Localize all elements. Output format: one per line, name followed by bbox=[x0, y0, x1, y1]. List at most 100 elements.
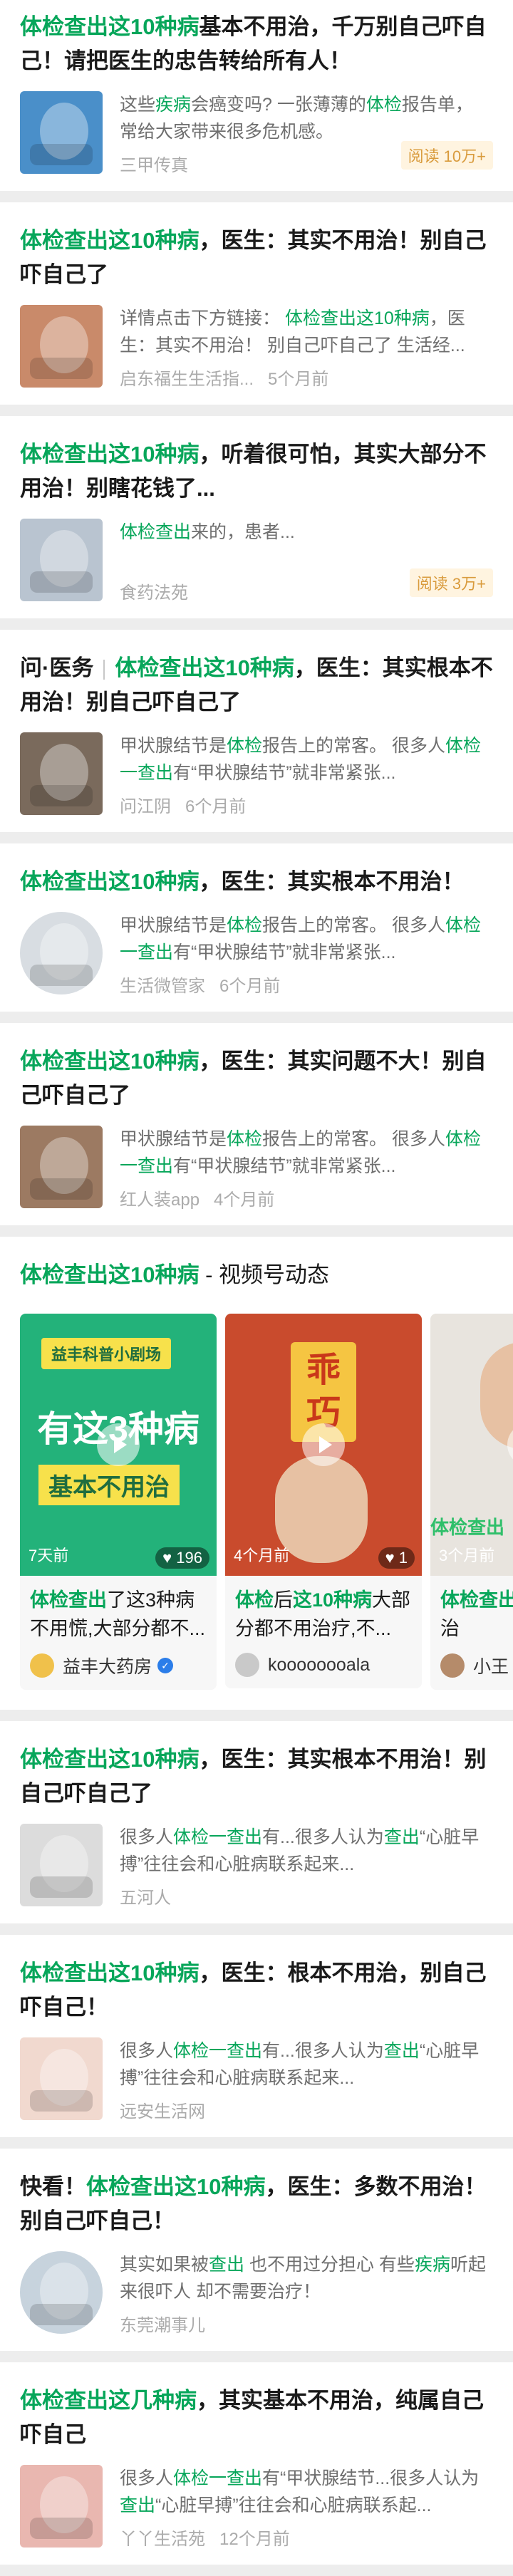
result-title[interactable]: 体检查出这几种病，其实基本不用治，纯属自己吓自己 bbox=[20, 2384, 493, 2452]
source-name[interactable]: 东莞潮事儿 bbox=[120, 2311, 205, 2336]
highlight-text: 疾病 bbox=[155, 95, 192, 115]
result-title[interactable]: 体检查出这10种病，医生：根本不用治，别自己吓自己！ bbox=[20, 1956, 493, 2025]
video-info: 体检后这10种病大部分都不用治疗,不... koooooooala bbox=[225, 1576, 422, 1688]
result-thumbnail[interactable] bbox=[20, 2251, 103, 2334]
plain-text: 这些 bbox=[120, 95, 156, 115]
result-info: 体检查出来的，患者... 食药法苑 阅读 3万+ bbox=[120, 519, 493, 603]
video-section-title[interactable]: 体检查出这10种病 - 视频号动态 bbox=[20, 1258, 513, 1292]
video-carousel[interactable]: 益丰科普小剧场有这3种病基本不用治7天前♥ 196 体检查出了这3种病不用慌,大部… bbox=[20, 1314, 513, 1690]
result-card[interactable]: 快看！体检查出这10种病，医生：多数不用治！别自己吓自己！ 其实如果被查出 也不用… bbox=[0, 2149, 513, 2351]
result-card[interactable]: 体检查出这10种病，医生：其实不用治！别自己吓自己了详情点击下方链接： 体检查出… bbox=[0, 202, 513, 405]
result-info: 甲状腺结节是体检报告上的常客。 很多人体检一查出有“甲状腺结节”就非常紧张...… bbox=[120, 732, 493, 817]
video-caption[interactable]: 体检查出这...本不用治 bbox=[440, 1586, 513, 1643]
result-title[interactable]: 体检查出这10种病，医生：其实根本不用治！别自己吓自己了 bbox=[20, 1743, 493, 1811]
source-name[interactable]: 食药法苑 bbox=[120, 578, 188, 603]
highlight-text: 体检查出这10种病 bbox=[20, 442, 200, 467]
video-card[interactable]: 体检查出 3个月前体检查出这...本不用治小王 bbox=[430, 1314, 513, 1690]
result-title[interactable]: 体检查出这10种病，医生：其实不用治！别自己吓自己了 bbox=[20, 224, 493, 292]
verified-icon: ✓ bbox=[157, 1658, 174, 1673]
neck-icon bbox=[20, 732, 103, 815]
result-thumbnail[interactable] bbox=[20, 91, 103, 174]
source-name[interactable]: 五河人 bbox=[120, 1884, 171, 1908]
result-title[interactable]: 体检查出这10种病，医生：其实根本不用治！ bbox=[20, 865, 493, 899]
video-author[interactable]: 益丰大药房 ✓ bbox=[30, 1653, 208, 1678]
video-card[interactable]: 乖巧 4个月前 ♥ 1 体检后这10种病大部分都不用治疗,不... koooooooal… bbox=[225, 1314, 422, 1690]
result-thumbnail[interactable] bbox=[20, 305, 103, 388]
person-icon bbox=[480, 1342, 513, 1449]
result-thumbnail[interactable] bbox=[20, 732, 103, 815]
source-name[interactable]: 问江阴 bbox=[120, 792, 171, 817]
source-name[interactable]: 红人装app bbox=[120, 1185, 200, 1210]
plain-text: 很多人 bbox=[120, 1827, 174, 1847]
publish-time: 12个月前 bbox=[219, 2530, 290, 2549]
result-thumbnail[interactable] bbox=[20, 1126, 103, 1208]
result-snippet: 其实如果被查出 也不用过分担心 有些疾病听起来很吓人 却不需要治疗！ bbox=[120, 2251, 493, 2305]
plain-text: 其实如果被 bbox=[120, 2255, 209, 2275]
source-name[interactable]: 生活微管家 bbox=[120, 972, 205, 997]
result-title[interactable]: 问·医务 体检查出这10种病，医生：其实根本不用治！别自己吓自己了 bbox=[20, 651, 493, 720]
video-thumbnail[interactable]: 益丰科普小剧场有这3种病基本不用治7天前♥ 196 bbox=[20, 1314, 217, 1576]
result-body: 体检查出来的，患者... 食药法苑 阅读 3万+ bbox=[20, 519, 493, 603]
result-thumbnail[interactable] bbox=[20, 519, 103, 601]
divider bbox=[103, 659, 105, 680]
result-thumbnail[interactable] bbox=[20, 2465, 103, 2548]
highlight-text: 体检查出这10种病 bbox=[20, 14, 200, 39]
play-icon[interactable] bbox=[302, 1423, 345, 1466]
read-count-badge: 阅读 3万+ bbox=[409, 568, 493, 597]
result-thumbnail[interactable] bbox=[20, 912, 103, 994]
result-card[interactable]: 体检查出这10种病，医生：其实问题不大！别自己吓自己了甲状腺结节是体检报告上的常… bbox=[0, 1023, 513, 1225]
result-card[interactable]: 体检查出这10种病，医生：其实根本不用治！别自己吓自己了 很多人体检一查出有...… bbox=[0, 1721, 513, 1923]
result-card[interactable]: 体检查出这10种病，医生：根本不用治，别自己吓自己！ 很多人体检一查出有...很多… bbox=[0, 1935, 513, 2137]
result-thumbnail[interactable] bbox=[20, 2037, 103, 2120]
highlight-text: 体检 bbox=[227, 736, 263, 756]
result-card[interactable]: 体检查出这10种病基本不用治，千万别自己吓自己！请把医生的忠告转给所有人！ 这些疾… bbox=[0, 0, 513, 191]
video-card[interactable]: 益丰科普小剧场有这3种病基本不用治7天前♥ 196 体检查出了这3种病不用慌,大部… bbox=[20, 1314, 217, 1690]
result-card[interactable]: 体检查出这10种病，医生：其实根本不用治！ 甲状腺结节是体检报告上的常客。 很多人… bbox=[0, 843, 513, 1012]
avatar bbox=[235, 1653, 259, 1677]
video-author[interactable]: koooooooala bbox=[235, 1653, 413, 1677]
result-card[interactable]: 问·医务 体检查出这10种病，医生：其实根本不用治！别自己吓自己了甲状腺结节是体检… bbox=[0, 630, 513, 832]
source-name[interactable]: 启东福生生活指... bbox=[120, 365, 254, 390]
result-body: 甲状腺结节是体检报告上的常客。 很多人体检一查出有“甲状腺结节”就非常紧张...… bbox=[20, 912, 493, 997]
plain-text: 详情点击下方链接： bbox=[120, 308, 285, 328]
source-name[interactable]: 丫丫生活苑 bbox=[120, 2525, 205, 2550]
video-banner-text: 益丰科普小剧场 bbox=[41, 1338, 172, 1369]
result-snippet: 甲状腺结节是体检报告上的常客。 很多人体检一查出有“甲状腺结节”就非常紧张... bbox=[120, 1126, 493, 1180]
result-title[interactable]: 体检查出这10种病，医生：其实问题不大！别自己吓自己了 bbox=[20, 1044, 493, 1113]
blood-pressure-icon bbox=[20, 519, 103, 601]
result-card[interactable]: 体检查出这10种病，听着很可怕，其实大部分不用治！别瞎花钱了... 体检查出来的，… bbox=[0, 416, 513, 618]
author-name: 益丰大药房 bbox=[63, 1657, 152, 1677]
play-icon[interactable] bbox=[97, 1423, 140, 1466]
result-title[interactable]: 快看！体检查出这10种病，医生：多数不用治！别自己吓自己！ bbox=[20, 2170, 493, 2238]
highlight-text: 体检 bbox=[227, 1129, 263, 1149]
plain-text: 有...很多人认为 bbox=[262, 2041, 384, 2061]
result-snippet: 甲状腺结节是体检报告上的常客。 很多人体检一查出有“甲状腺结节”就非常紧张... bbox=[120, 732, 493, 786]
author-name: koooooooala bbox=[268, 1654, 370, 1675]
plain-text: 来的，患者... bbox=[191, 522, 295, 542]
plain-text: 报告上的常客。 很多人 bbox=[262, 736, 445, 756]
video-caption[interactable]: 体检查出了这3种病不用慌,大部分都不... bbox=[30, 1586, 208, 1643]
result-body: 很多人体检一查出有...很多人认为查出“心脏早搏”往往会和心脏病联系起来... 远… bbox=[20, 2037, 493, 2122]
author-name: 小王 bbox=[473, 1657, 509, 1677]
video-overlay-text: 体检查出 bbox=[430, 1517, 505, 1538]
video-thumbnail[interactable]: 乖巧 4个月前 ♥ 1 bbox=[225, 1314, 422, 1576]
video-caption[interactable]: 体检后这10种病大部分都不用治疗,不... bbox=[235, 1586, 413, 1643]
result-body: 甲状腺结节是体检报告上的常客。 很多人体检一查出有“甲状腺结节”就非常紧张...… bbox=[20, 732, 493, 817]
result-card[interactable]: 体检查出这几种病，其实基本不用治，纯属自己吓自己 很多人体检一查出有“甲状腺结节.… bbox=[0, 2362, 513, 2565]
result-info: 很多人体检一查出有...很多人认为查出“心脏早搏”往往会和心脏病联系起来... 远… bbox=[120, 2037, 493, 2122]
highlight-text: 体检查出这10种病 bbox=[20, 228, 200, 253]
plain-text: 有“甲状腺结节”就非常紧张... bbox=[173, 942, 396, 962]
plain-text: 有“甲状腺结节”就非常紧张... bbox=[173, 1156, 396, 1176]
medical-image-icon bbox=[20, 91, 103, 174]
result-title[interactable]: 体检查出这10种病基本不用治，千万别自己吓自己！请把医生的忠告转给所有人！ bbox=[20, 10, 493, 78]
source-name[interactable]: 三甲传真 bbox=[120, 151, 188, 176]
result-title[interactable]: 体检查出这10种病，听着很可怕，其实大部分不用治！别瞎花钱了... bbox=[20, 437, 493, 506]
highlight-text: 体检 bbox=[366, 95, 402, 115]
video-thumbnail[interactable]: 体检查出 3个月前 bbox=[430, 1314, 513, 1576]
video-author[interactable]: 小王 bbox=[440, 1653, 513, 1678]
plain-text: 有“甲状腺结节...很多人认为 bbox=[262, 2468, 480, 2488]
result-meta: 红人装app 4个月前 bbox=[120, 1185, 493, 1210]
source-name[interactable]: 远安生活网 bbox=[120, 2097, 205, 2122]
result-thumbnail[interactable] bbox=[20, 1824, 103, 1906]
video-time: 4个月前 bbox=[234, 1547, 290, 1564]
